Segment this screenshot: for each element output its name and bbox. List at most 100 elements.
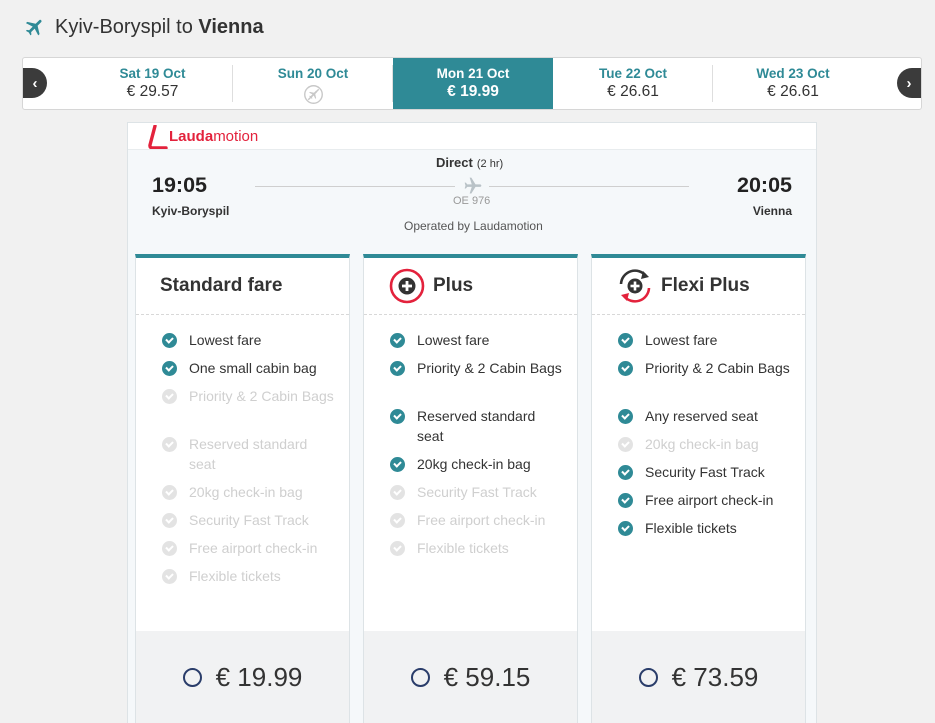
feature-label: Priority & 2 Cabin Bags <box>417 360 562 376</box>
fare-radio[interactable] <box>182 667 202 687</box>
feature-label: Lowest fare <box>189 332 262 348</box>
feature-label: Lowest fare <box>645 332 718 348</box>
check-circle-icon <box>390 333 405 348</box>
date-option-sun-20-oct[interactable]: Sun 20 Oct <box>233 58 393 109</box>
date-price: € 26.61 <box>607 83 659 100</box>
flight-duration: (2 hr) <box>476 158 504 170</box>
fare-feature-included: Any reserved seat <box>618 406 793 426</box>
feature-label: 20kg check-in bag <box>417 456 531 472</box>
feature-label: Free airport check-in <box>189 540 318 556</box>
check-circle-icon <box>390 541 405 556</box>
fare-feature-excluded: Free airport check-in <box>390 510 565 530</box>
fare-price: € 59.15 <box>443 661 531 692</box>
airline-logo: Laudamotion <box>148 125 258 149</box>
check-circle-icon <box>162 485 177 500</box>
fare-title: Plus <box>433 275 474 296</box>
feature-label: Flexible tickets <box>417 540 509 556</box>
route-line-left <box>255 186 455 187</box>
select-fare-flexi-plus[interactable]: € 73.59 <box>592 631 805 723</box>
next-dates-button[interactable]: › <box>897 68 921 98</box>
arrival-city: Vienna <box>752 204 792 218</box>
date-option-sat-19-oct[interactable]: Sat 19 Oct € 29.57 <box>72 58 233 109</box>
check-circle-icon <box>618 521 633 536</box>
fare-radio[interactable] <box>410 667 430 687</box>
plane-icon <box>464 177 482 194</box>
arrival-time: 20:05 <box>737 173 792 197</box>
fare-feature-included: Priority & 2 Cabin Bags <box>390 358 565 378</box>
date-label: Mon 21 Oct <box>436 66 510 81</box>
fare-radio[interactable] <box>638 667 658 687</box>
fare-card-flexi-plus: Flexi Plus Lowest fare Priority & 2 Cabi… <box>591 254 806 723</box>
route-destination: Vienna <box>198 15 264 38</box>
fare-feature-included: Lowest fare <box>162 330 337 350</box>
date-label: Tue 22 Oct <box>598 66 668 81</box>
date-option-tue-22-oct[interactable]: Tue 22 Oct € 26.61 <box>553 58 713 109</box>
date-price: € 29.57 <box>126 83 179 100</box>
feature-label: Reserved standard seat <box>417 408 536 444</box>
fare-feature-excluded: Free airport check-in <box>162 538 337 558</box>
fare-price: € 73.59 <box>671 661 759 692</box>
flight-card: Laudamotion 19:05 Kyiv-Boryspil Direct (2… <box>127 122 817 723</box>
direct-label: Direct <box>436 155 473 170</box>
fare-feature-included: Flexible tickets <box>618 518 793 538</box>
fare-card-standard: Standard fare Lowest fare One small cabi… <box>135 254 350 723</box>
date-selector: ‹ Sat 19 Oct € 29.57 Sun 20 Oct Mon 21 O… <box>22 57 922 110</box>
feature-label: Flexible tickets <box>645 520 737 536</box>
feature-label: 20kg check-in bag <box>189 484 303 500</box>
flexi-refresh-icon <box>619 269 651 303</box>
fare-feature-excluded: Flexible tickets <box>162 566 337 586</box>
check-circle-icon <box>162 389 177 404</box>
route-title: Kyiv-Boryspil to Vienna <box>55 16 264 39</box>
route-line-right <box>489 186 689 187</box>
fare-feature-excluded: Reserved standard seat <box>162 434 337 474</box>
fare-header: Flexi Plus <box>592 258 805 315</box>
check-circle-icon <box>390 513 405 528</box>
fare-feature-included: 20kg check-in bag <box>390 454 565 474</box>
fare-feature-excluded: Flexible tickets <box>390 538 565 558</box>
flight-number: OE 976 <box>453 195 491 207</box>
date-price: € 19.99 <box>447 83 499 100</box>
check-circle-icon <box>618 493 633 508</box>
fare-feature-included: One small cabin bag <box>162 358 337 378</box>
check-circle-icon <box>390 457 405 472</box>
check-circle-icon <box>162 437 177 452</box>
check-circle-icon <box>390 485 405 500</box>
flight-type: Direct (2 hr) <box>436 155 503 170</box>
fare-header: Plus <box>364 258 577 315</box>
airline-name-suffix: motion <box>213 128 259 145</box>
check-circle-icon <box>162 513 177 528</box>
feature-label: Free airport check-in <box>645 492 774 508</box>
feature-label: Any reserved seat <box>645 408 758 424</box>
feature-label: 20kg check-in bag <box>645 436 759 452</box>
check-circle-icon <box>618 333 633 348</box>
date-option-mon-21-oct[interactable]: Mon 21 Oct € 19.99 <box>393 58 553 109</box>
select-fare-standard[interactable]: € 19.99 <box>136 631 349 723</box>
date-option-wed-23-oct[interactable]: Wed 23 Oct € 26.61 <box>713 58 873 109</box>
check-circle-icon <box>618 465 633 480</box>
feature-label: Reserved standard seat <box>189 436 308 472</box>
fare-header: Standard fare <box>136 258 349 315</box>
fare-feature-included: Reserved standard seat <box>390 406 565 446</box>
plus-circle-icon <box>389 268 425 304</box>
feature-label: Flexible tickets <box>189 568 281 584</box>
check-circle-icon <box>390 361 405 376</box>
fare-feature-included: Free airport check-in <box>618 490 793 510</box>
fare-feature-excluded: Security Fast Track <box>390 482 565 502</box>
check-circle-icon <box>162 361 177 376</box>
plane-icon <box>25 19 42 36</box>
route-origin: Kyiv-Boryspil <box>55 15 171 38</box>
feature-label: One small cabin bag <box>189 360 317 376</box>
feature-label: Security Fast Track <box>645 464 765 480</box>
route-header: Kyiv-Boryspil to Vienna <box>24 14 264 40</box>
date-label: Sat 19 Oct <box>119 66 186 81</box>
check-circle-icon <box>162 333 177 348</box>
select-fare-plus[interactable]: € 59.15 <box>364 631 577 723</box>
airline-name-prefix: Lauda <box>169 128 214 145</box>
check-circle-icon <box>162 569 177 584</box>
fare-feature-excluded: Priority & 2 Cabin Bags <box>162 386 337 406</box>
prev-dates-button[interactable]: ‹ <box>23 68 47 98</box>
date-price: € 26.61 <box>767 83 819 100</box>
fare-feature-included: Lowest fare <box>390 330 565 350</box>
feature-label: Security Fast Track <box>189 512 309 528</box>
feature-label: Security Fast Track <box>417 484 537 500</box>
